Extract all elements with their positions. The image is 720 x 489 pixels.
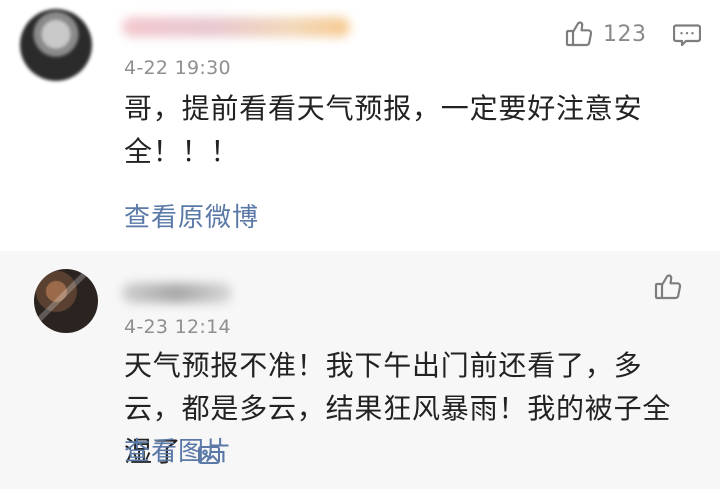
view-original-link[interactable]: 查看原微博 [124,197,259,234]
comment-time: 4-23 12:14 [124,316,231,338]
comment-item: 4-22 19:30 哥，提前看看天气预报，一定要好注意安全！！！ 查看原微博 … [0,0,720,251]
username-redacted[interactable] [122,283,232,303]
thumbs-up-icon [565,21,593,47]
avatar[interactable] [20,9,92,81]
thumbs-up-icon [654,274,682,300]
view-image-link[interactable]: 查看图片 [124,431,232,468]
comment-item: 4-23 12:14 天气预报不准！我下午出门前还看了，多云，都是多云，结果狂风… [0,251,720,489]
comment-icon [672,24,702,47]
like-button[interactable]: 123 [563,18,647,50]
comment-text: 哥，提前看看天气预报，一定要好注意安全！！！ [124,92,643,168]
comment-time: 4-22 19:30 [124,57,231,79]
avatar[interactable] [34,269,98,333]
username-redacted[interactable] [122,17,350,37]
reply-button[interactable] [672,23,702,51]
like-count: 123 [603,21,647,47]
like-button[interactable] [652,271,684,303]
